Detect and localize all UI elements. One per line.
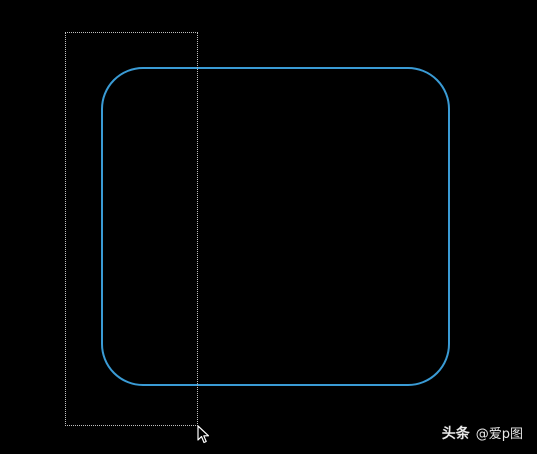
selection-marquee: [65, 32, 198, 426]
watermark-handle: @爱p图: [475, 427, 523, 442]
drawing-canvas[interactable]: 头条 @爱p图: [0, 0, 537, 454]
watermark: 头条 @爱p图: [442, 423, 523, 443]
arrow-cursor-icon: [197, 425, 210, 444]
watermark-brand: 头条: [441, 426, 470, 442]
